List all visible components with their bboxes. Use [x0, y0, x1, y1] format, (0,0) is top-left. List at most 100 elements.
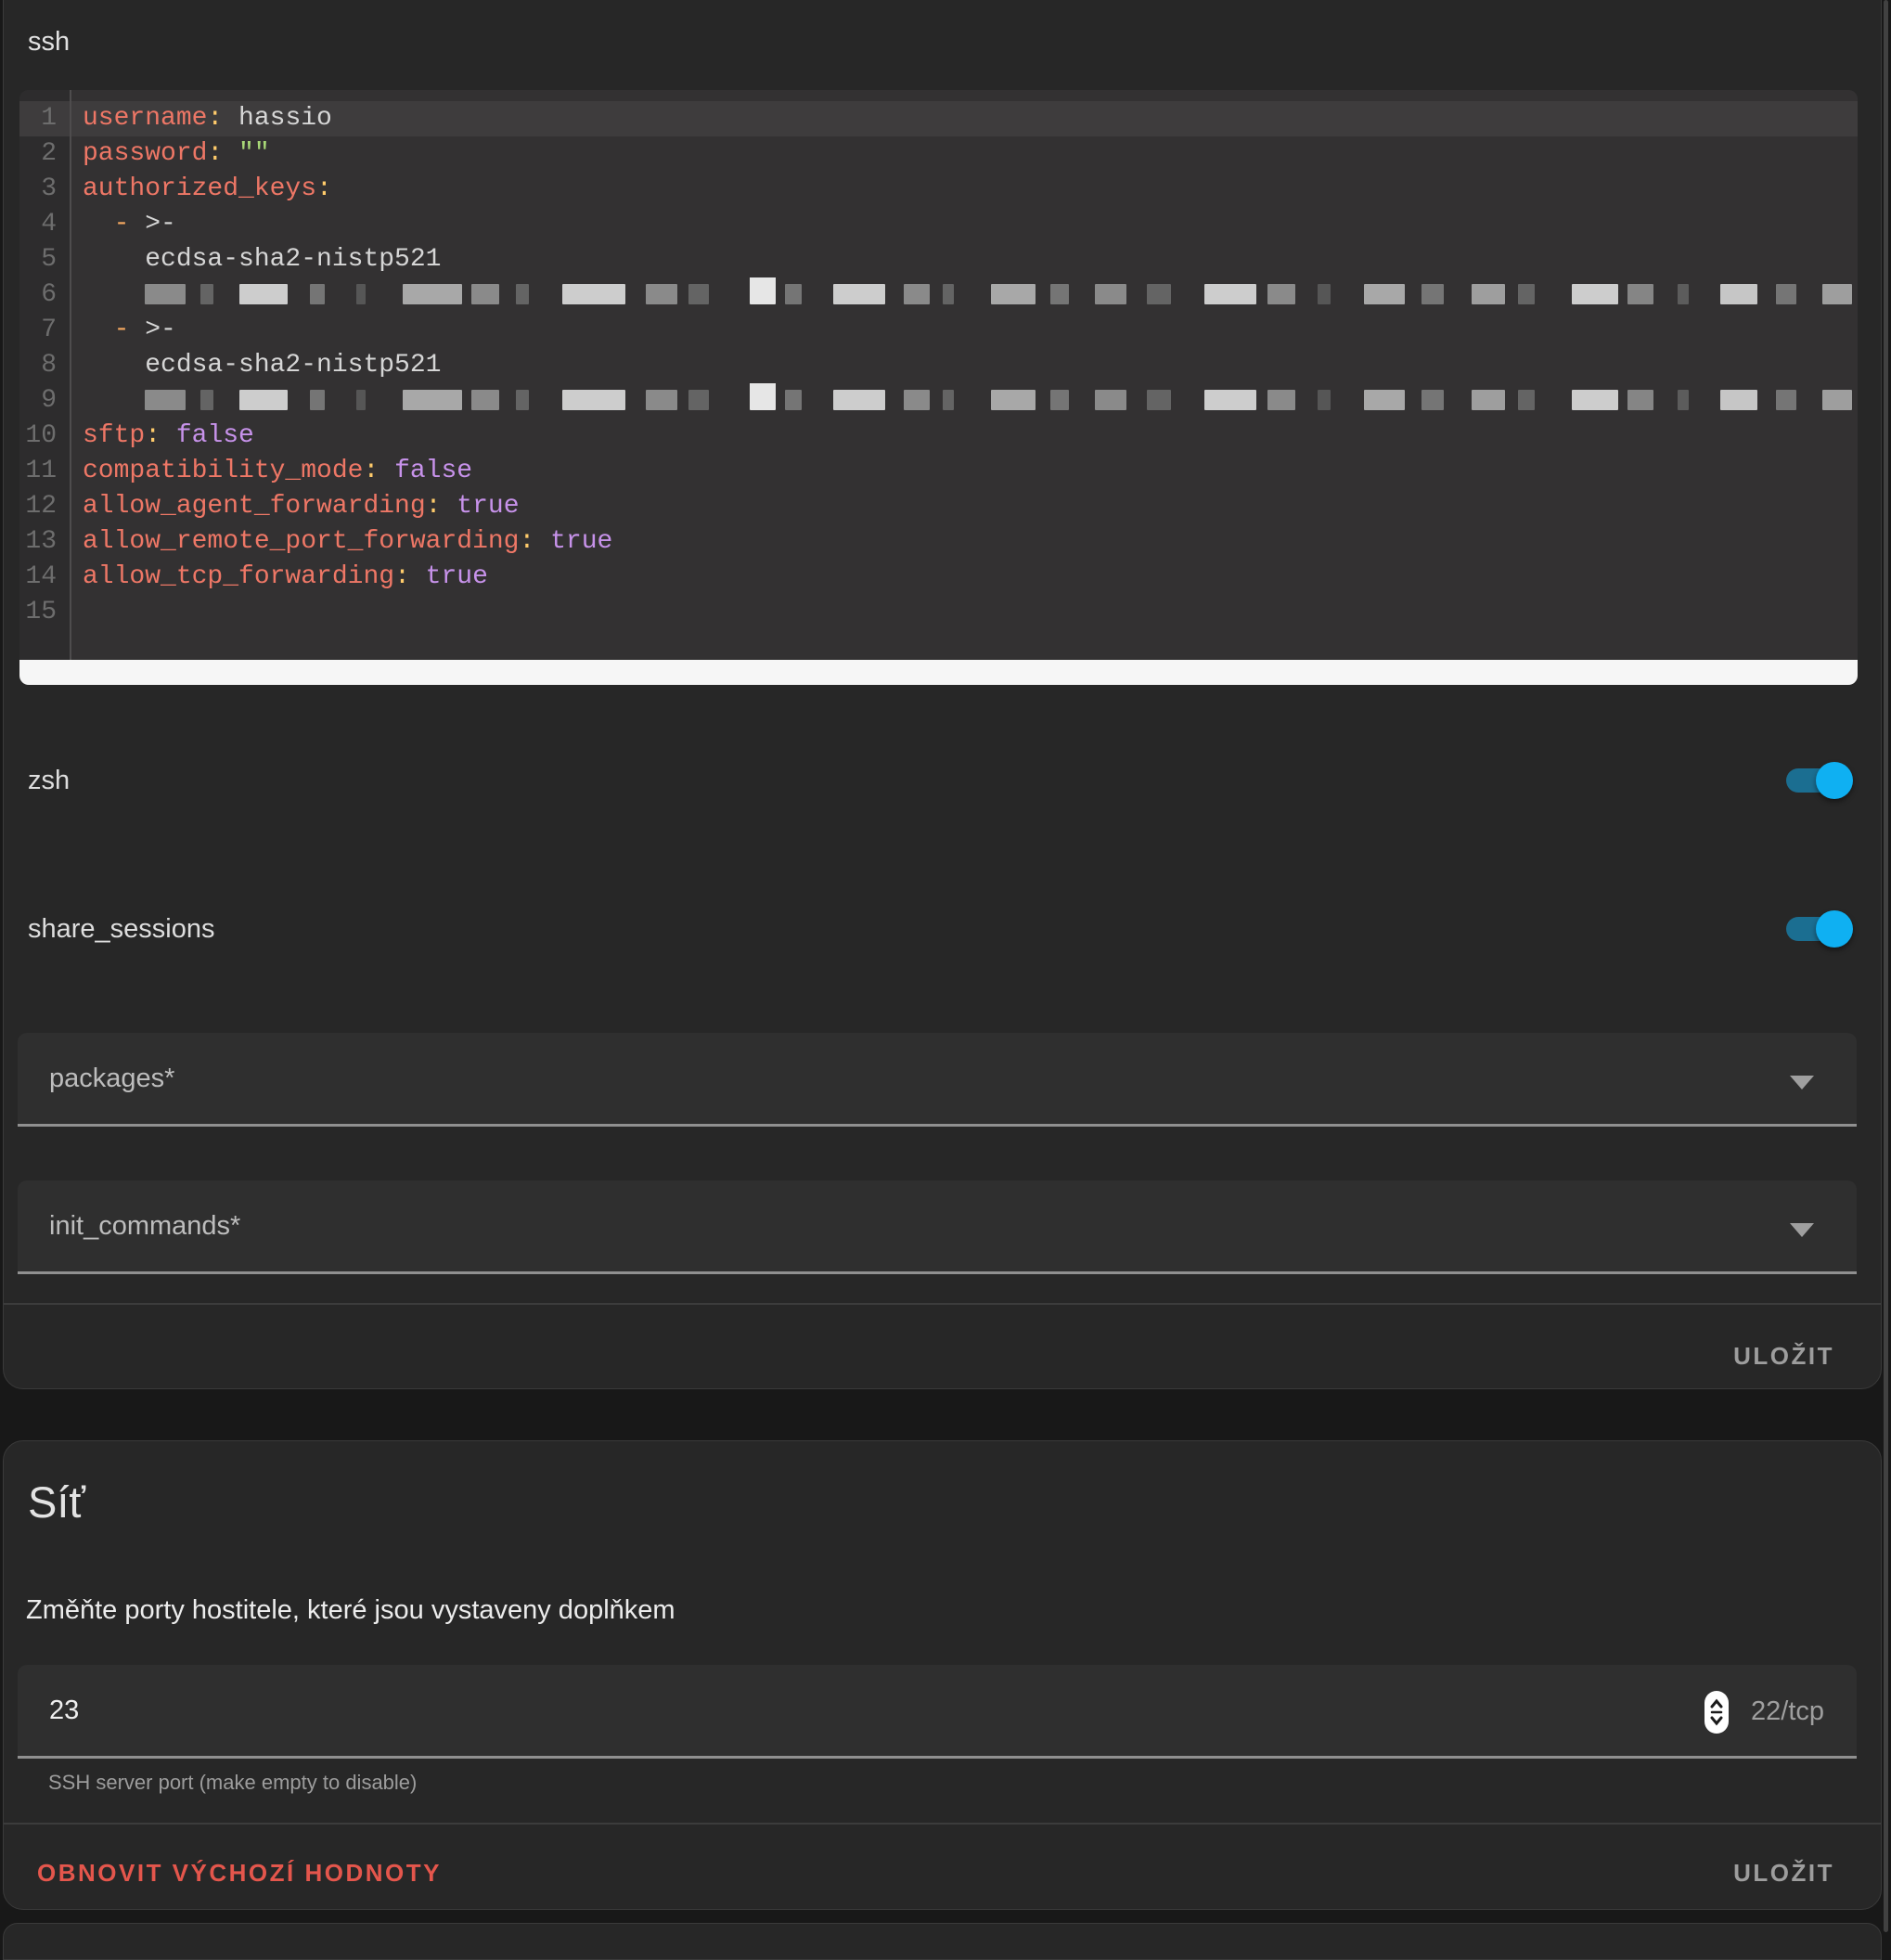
code-text: ecdsa-sha2-nistp521	[70, 348, 1858, 383]
code-token: :	[426, 492, 442, 521]
line-number: 2	[19, 136, 70, 172]
line-number: 6	[19, 277, 70, 313]
editor-horizontal-scrollbar[interactable]	[19, 660, 1858, 685]
line-number: 10	[19, 419, 70, 454]
redacted-block	[904, 284, 930, 304]
redacted-block	[1318, 390, 1331, 410]
redacted-block	[688, 390, 709, 410]
redacted-block	[750, 383, 776, 410]
redacted-block	[356, 390, 366, 410]
code-text: compatibility_mode: false	[70, 454, 1858, 489]
network-card-footer: OBNOVIT VÝCHOZÍ HODNOTY ULOŽIT	[32, 1836, 1840, 1910]
redacted-block	[1204, 284, 1256, 304]
share-sessions-toggle[interactable]	[1786, 910, 1853, 948]
redacted-block	[1822, 284, 1852, 304]
line-number: 4	[19, 207, 70, 242]
code-token: compatibility_mode	[83, 457, 363, 485]
network-title: Síť	[28, 1476, 85, 1528]
redacted-block	[1147, 390, 1171, 410]
number-stepper-icon[interactable]	[1704, 1691, 1729, 1734]
redacted-block	[991, 390, 1036, 410]
redacted-block	[646, 284, 677, 304]
code-line: 2password: ""	[19, 136, 1858, 172]
redacted-block	[1147, 284, 1171, 304]
redacted-block	[785, 390, 802, 410]
code-token: password	[83, 139, 207, 168]
reset-defaults-button[interactable]: OBNOVIT VÝCHOZÍ HODNOTY	[32, 1858, 447, 1889]
redacted-block	[239, 390, 288, 410]
redacted-block	[1678, 390, 1689, 410]
code-line: 7 - >-	[19, 313, 1858, 348]
init-commands-select[interactable]: init_commands*	[18, 1180, 1857, 1274]
code-token	[83, 316, 114, 344]
redacted-block	[145, 284, 186, 304]
ssh-port-field: 22/tcp	[18, 1665, 1857, 1759]
yaml-config-editor[interactable]: 1username: hassio2password: ""3authorize…	[19, 90, 1858, 685]
code-line: 3authorized_keys:	[19, 172, 1858, 207]
code-token: ecdsa-sha2-nistp521	[83, 351, 441, 380]
redacted-block	[1822, 390, 1852, 410]
redacted-block	[785, 284, 802, 304]
redacted-block	[646, 390, 677, 410]
code-text: allow_agent_forwarding: true	[70, 489, 1858, 524]
redacted-block	[688, 284, 709, 304]
code-text: allow_tcp_forwarding: true	[70, 560, 1858, 595]
ssh-config-card: ssh 1username: hassio2password: ""3autho…	[3, 0, 1882, 1389]
code-text: - >-	[70, 313, 1858, 348]
redacted-block	[471, 284, 499, 304]
code-token: :	[363, 457, 379, 485]
redacted-block	[833, 390, 885, 410]
code-token: false	[379, 457, 472, 485]
code-line: 4 - >-	[19, 207, 1858, 242]
code-text	[70, 595, 1858, 630]
save-button[interactable]: ULOŽIT	[1728, 1341, 1840, 1372]
redacted-block	[1627, 284, 1653, 304]
code-token: :	[145, 421, 161, 450]
redacted-block	[239, 284, 288, 304]
ssh-section-label: ssh	[28, 27, 70, 58]
redacted-block	[471, 390, 499, 410]
code-text: sftp: false	[70, 419, 1858, 454]
toggle-thumb	[1816, 910, 1853, 948]
zsh-toggle[interactable]	[1786, 762, 1853, 799]
toggle-label: share_sessions	[28, 914, 215, 945]
code-token: :	[207, 104, 223, 133]
save-button[interactable]: ULOŽIT	[1728, 1858, 1840, 1889]
code-text: authorized_keys:	[70, 172, 1858, 207]
redacted-block	[200, 390, 213, 410]
packages-select[interactable]: packages*	[18, 1033, 1857, 1127]
redacted-block	[1421, 390, 1444, 410]
port-input[interactable]	[18, 1695, 1628, 1727]
code-token	[83, 210, 114, 239]
redacted-block	[356, 284, 366, 304]
code-text: username: hassio	[70, 101, 1858, 136]
line-number: 9	[19, 383, 70, 419]
code-line: 13allow_remote_port_forwarding: true	[19, 524, 1858, 560]
code-token: :	[394, 562, 410, 591]
redacted-block	[1720, 284, 1757, 304]
code-token: false	[161, 421, 254, 450]
code-line: 5 ecdsa-sha2-nistp521	[19, 242, 1858, 277]
footer-divider	[4, 1823, 1881, 1825]
network-description: Změňte porty hostitele, které jsou vysta…	[26, 1595, 675, 1626]
footer-divider	[4, 1303, 1881, 1305]
code-token: allow_remote_port_forwarding	[83, 527, 519, 556]
redacted-block	[1364, 284, 1405, 304]
code-line: 15	[19, 595, 1858, 630]
redacted-block	[1050, 390, 1069, 410]
redacted-block	[1776, 390, 1796, 410]
line-number: 15	[19, 595, 70, 630]
line-number: 1	[19, 101, 70, 136]
redacted-block	[1518, 284, 1535, 304]
redacted-block	[943, 284, 954, 304]
page-scrollbar[interactable]	[1884, 0, 1888, 1932]
redacted-block	[1364, 390, 1405, 410]
redacted-block	[562, 284, 625, 304]
code-line: 9	[19, 383, 1858, 419]
line-number: 13	[19, 524, 70, 560]
toggle-row-share-sessions: share_sessions	[28, 892, 1853, 966]
toggle-label: zsh	[28, 766, 70, 796]
code-token: username	[83, 104, 207, 133]
code-area[interactable]: 1username: hassio2password: ""3authorize…	[19, 90, 1858, 660]
code-token: -	[114, 316, 130, 344]
